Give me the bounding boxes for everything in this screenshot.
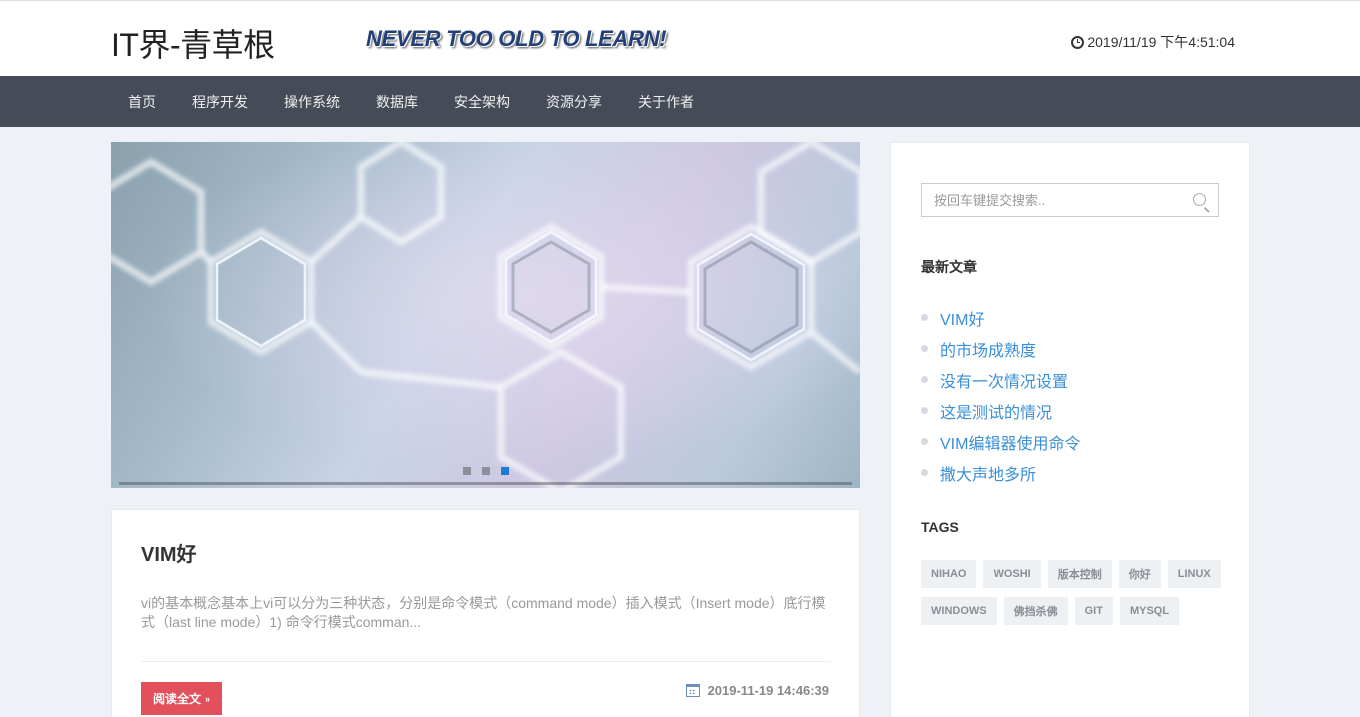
calendar-icon bbox=[685, 684, 700, 697]
recent-post-link[interactable]: VIM好 bbox=[921, 302, 1080, 333]
post-excerpt: vi的基本概念基本上vi可以分为三种状态，分别是命令模式（command mod… bbox=[141, 595, 826, 630]
site-header: IT界-青草根 NEVER TOO OLD TO LEARN! 2019/11/… bbox=[0, 0, 1360, 76]
slider-progress-bar bbox=[119, 482, 852, 485]
nav-item-development[interactable]: 程序开发 bbox=[174, 92, 266, 112]
tag-link[interactable]: 佛挡杀佛 bbox=[1003, 597, 1068, 625]
post-date: 2019-11-19 14:46:39 bbox=[685, 683, 829, 698]
tags-title: TAGS bbox=[921, 519, 959, 535]
hexagon-banner-image bbox=[111, 142, 860, 488]
post-title[interactable]: VIM好 bbox=[141, 538, 197, 567]
tag-link[interactable]: LINUX bbox=[1167, 560, 1221, 588]
tag-link[interactable]: WINDOWS bbox=[921, 597, 997, 625]
nav-item-os[interactable]: 操作系统 bbox=[266, 92, 358, 112]
slider-pagination bbox=[463, 467, 509, 475]
slider-dot[interactable] bbox=[482, 467, 490, 475]
slider-dot-active[interactable] bbox=[501, 467, 509, 475]
read-more-button[interactable]: 阅读全文 » bbox=[141, 682, 222, 715]
recent-post-link[interactable]: 这是测试的情况 bbox=[921, 395, 1080, 426]
read-more-label: 阅读全文 bbox=[152, 692, 201, 706]
nav-item-resources[interactable]: 资源分享 bbox=[528, 92, 620, 112]
tag-cloud: NIHAO WOSHI 版本控制 你好 LINUX WINDOWS 佛挡杀佛 G… bbox=[921, 560, 1221, 625]
nav-item-security[interactable]: 安全架构 bbox=[436, 92, 528, 112]
tag-link[interactable]: GIT bbox=[1074, 597, 1113, 625]
sidebar: 最新文章 VIM好 的市场成熟度 没有一次情况设置 这是测试的情况 VIM编辑器… bbox=[890, 142, 1250, 717]
site-slogan: NEVER TOO OLD TO LEARN! bbox=[366, 26, 667, 51]
recent-post-link[interactable]: 的市场成熟度 bbox=[921, 333, 1080, 364]
recent-post-link[interactable]: 撒大声地多所 bbox=[921, 457, 1080, 488]
search-box bbox=[921, 183, 1219, 217]
site-title[interactable]: IT界-青草根 bbox=[111, 20, 275, 66]
tag-link[interactable]: MYSQL bbox=[1119, 597, 1180, 625]
tag-link[interactable]: WOSHI bbox=[983, 560, 1041, 588]
slider-dot[interactable] bbox=[463, 467, 471, 475]
recent-post-link[interactable]: VIM编辑器使用命令 bbox=[921, 426, 1080, 457]
recent-post-link[interactable]: 没有一次情况设置 bbox=[921, 364, 1080, 395]
post-date-text: 2019-11-19 14:46:39 bbox=[707, 683, 829, 698]
tag-link[interactable]: 你好 bbox=[1118, 560, 1161, 588]
tag-link[interactable]: NIHAO bbox=[921, 560, 977, 588]
nav-item-home[interactable]: 首页 bbox=[110, 92, 174, 112]
datetime-text: 2019/11/19 下午4:51:04 bbox=[1087, 34, 1235, 50]
clock-icon bbox=[1071, 35, 1085, 49]
tag-link[interactable]: 版本控制 bbox=[1047, 560, 1112, 588]
main-nav: 首页 程序开发 操作系统 数据库 安全架构 资源分享 关于作者 bbox=[0, 76, 1360, 127]
datetime-display: 2019/11/19 下午4:51:04 bbox=[1071, 32, 1235, 52]
double-chevron-down-icon: » bbox=[205, 693, 211, 704]
search-icon[interactable] bbox=[1193, 193, 1206, 206]
search-input[interactable] bbox=[922, 184, 1218, 216]
recent-posts-list: VIM好 的市场成熟度 没有一次情况设置 这是测试的情况 VIM编辑器使用命令 … bbox=[921, 302, 1080, 488]
nav-item-about[interactable]: 关于作者 bbox=[620, 92, 712, 112]
nav-item-database[interactable]: 数据库 bbox=[358, 92, 436, 112]
banner-slider[interactable] bbox=[111, 142, 860, 488]
post-card: VIM好 vi的基本概念基本上vi可以分为三种状态，分别是命令模式（comman… bbox=[111, 509, 860, 717]
recent-posts-title: 最新文章 bbox=[921, 259, 977, 275]
divider bbox=[141, 661, 831, 662]
